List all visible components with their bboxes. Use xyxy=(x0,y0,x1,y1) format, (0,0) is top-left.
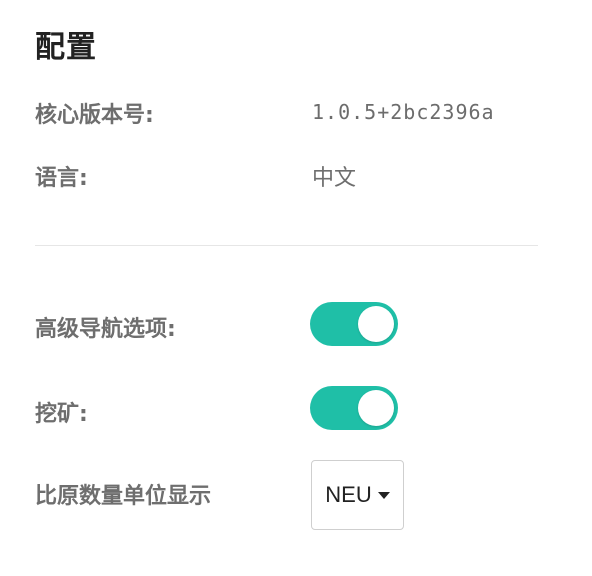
advanced-nav-label: 高级导航选项: xyxy=(35,317,176,342)
divider xyxy=(35,245,538,246)
toggle-knob xyxy=(358,390,394,426)
toggle-knob xyxy=(358,306,394,342)
caret-down-icon xyxy=(377,491,390,499)
config-panel: 配置 核心版本号: 1.0.5+2bc2396a 语言: 中文 高级导航选项: … xyxy=(0,0,592,576)
mining-toggle[interactable] xyxy=(310,386,398,430)
core-version-label: 核心版本号: xyxy=(35,103,154,128)
language-label: 语言: xyxy=(35,166,88,191)
unit-display-label: 比原数量单位显示 xyxy=(35,484,212,509)
language-value: 中文 xyxy=(312,166,357,191)
unit-display-value: NEU xyxy=(325,482,372,507)
page-title: 配置 xyxy=(35,30,97,65)
unit-display-select[interactable]: NEU xyxy=(311,460,404,530)
advanced-nav-toggle[interactable] xyxy=(310,302,398,346)
core-version-value: 1.0.5+2bc2396a xyxy=(312,100,495,124)
mining-label: 挖矿: xyxy=(35,402,88,427)
